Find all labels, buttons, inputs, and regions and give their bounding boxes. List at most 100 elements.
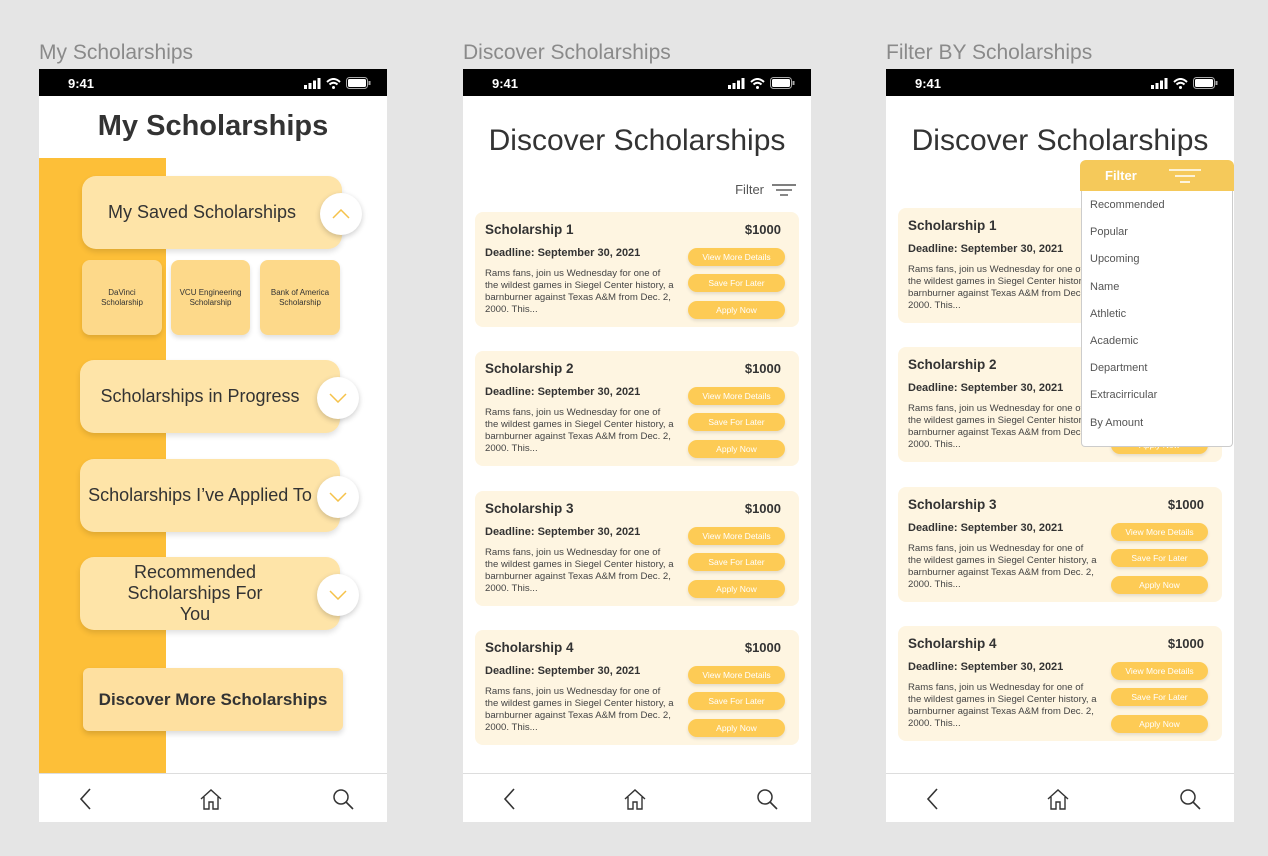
filter-option[interactable]: Academic <box>1082 333 1232 360</box>
card-deadline: Deadline: September 30, 2021 <box>908 661 1064 673</box>
status-time: 9:41 <box>915 76 942 91</box>
search-icon[interactable] <box>332 788 356 810</box>
wifi-icon <box>326 77 341 89</box>
card-amount: $1000 <box>744 501 781 516</box>
card-description: Rams fans, join us Wednesday for one of … <box>908 264 1097 311</box>
card-amount: $1000 <box>744 361 781 376</box>
filter-label: Filter <box>735 182 764 197</box>
view-details-button[interactable]: View More Details <box>688 527 785 545</box>
card-deadline: Deadline: September 30, 2021 <box>485 665 641 677</box>
home-icon[interactable] <box>1046 788 1070 810</box>
save-for-later-button[interactable]: Save For Later <box>1111 688 1208 706</box>
frame-label-discover: Discover Scholarships <box>463 41 671 64</box>
save-for-later-button[interactable]: Save For Later <box>688 553 785 571</box>
page-title: Discover Scholarships <box>488 124 786 157</box>
view-details-button[interactable]: View More Details <box>1111 662 1208 680</box>
discover-more-button[interactable]: Discover More Scholarships <box>83 668 343 731</box>
search-icon[interactable] <box>756 788 780 810</box>
apply-now-button[interactable]: Apply Now <box>688 719 785 737</box>
card-description: Rams fans, join us Wednesday for one of … <box>485 407 674 454</box>
scholarship-card: Scholarship 3 $1000 Deadline: September 30… <box>475 491 799 606</box>
view-details-button[interactable]: View More Details <box>688 248 785 266</box>
card-amount: $1000 <box>1167 497 1204 512</box>
bottom-nav <box>886 773 1234 822</box>
save-for-later-button[interactable]: Save For Later <box>688 692 785 710</box>
card-amount: $1000 <box>744 640 781 655</box>
card-deadline: Deadline: September 30, 2021 <box>908 243 1064 255</box>
card-title: Scholarship 4 <box>485 640 574 655</box>
scholarship-card: Scholarship 4 $1000 Deadline: September 30… <box>475 630 799 745</box>
scholarship-card: Scholarship 2 $1000 Deadline: September 30… <box>475 351 799 466</box>
bottom-nav <box>463 773 811 822</box>
chevron-up-icon[interactable] <box>320 193 362 235</box>
scholarship-card: Scholarship 1 $1000 Deadline: September 30… <box>475 212 799 327</box>
back-icon[interactable] <box>922 788 946 810</box>
card-deadline: Deadline: September 30, 2021 <box>485 526 641 538</box>
apply-now-button[interactable]: Apply Now <box>1111 715 1208 733</box>
saved-scholarships-section[interactable]: My Saved Scholarships <box>82 176 342 249</box>
apply-now-button[interactable]: Apply Now <box>1111 576 1208 594</box>
back-icon[interactable] <box>499 788 523 810</box>
chevron-down-icon[interactable] <box>317 574 359 616</box>
filter-option[interactable]: By Amount <box>1082 415 1232 442</box>
status-bar: 9:41 <box>886 69 1234 96</box>
card-description: Rams fans, join us Wednesday for one of … <box>485 547 674 594</box>
save-for-later-button[interactable]: Save For Later <box>688 413 785 431</box>
card-title: Scholarship 1 <box>908 218 997 233</box>
filter-dropdown-header[interactable]: Filter <box>1080 160 1234 191</box>
card-title: Scholarship 4 <box>908 636 997 651</box>
in-progress-section[interactable]: Scholarships in Progress <box>80 360 340 433</box>
filter-option[interactable]: Extracirricular <box>1082 387 1232 414</box>
back-icon[interactable] <box>75 788 99 810</box>
page-title: Discover Scholarships <box>911 124 1209 157</box>
save-for-later-button[interactable]: Save For Later <box>1111 549 1208 567</box>
discover-screen: 9:41 Discover Scholarships Filter Schola… <box>463 69 811 822</box>
filter-option[interactable]: Name <box>1082 279 1232 306</box>
saved-item[interactable]: Bank of America Scholarship <box>260 260 340 335</box>
card-title: Scholarship 3 <box>485 501 574 516</box>
filter-icon <box>1169 169 1201 183</box>
card-description: Rams fans, join us Wednesday for one of … <box>908 543 1097 590</box>
scholarship-card: Scholarship 3 $1000 Deadline: September 30… <box>898 487 1222 602</box>
card-description: Rams fans, join us Wednesday for one of … <box>485 686 674 733</box>
card-deadline: Deadline: September 30, 2021 <box>485 247 641 259</box>
card-deadline: Deadline: September 30, 2021 <box>908 382 1064 394</box>
page-title: My Scholarships <box>97 110 329 142</box>
filter-button[interactable]: Filter <box>735 182 796 197</box>
search-icon[interactable] <box>1179 788 1203 810</box>
recommended-section[interactable]: Recommended Scholarships For You <box>80 557 340 630</box>
saved-item[interactable]: DaVinci Scholarship <box>82 260 162 335</box>
bottom-nav <box>39 773 387 822</box>
my-scholarships-screen: 9:41 My Scholarships My Saved Scholarshi… <box>39 69 387 822</box>
filter-option[interactable]: Recommended <box>1082 197 1232 224</box>
view-details-button[interactable]: View More Details <box>1111 523 1208 541</box>
apply-now-button[interactable]: Apply Now <box>688 440 785 458</box>
card-title: Scholarship 2 <box>908 357 997 372</box>
view-details-button[interactable]: View More Details <box>688 666 785 684</box>
filter-option[interactable]: Athletic <box>1082 306 1232 333</box>
home-icon[interactable] <box>199 788 223 810</box>
saved-item[interactable]: VCU Engineering Scholarship <box>171 260 250 335</box>
card-description: Rams fans, join us Wednesday for one of … <box>908 682 1097 729</box>
frame-label-my: My Scholarships <box>39 41 194 64</box>
card-title: Scholarship 1 <box>485 222 574 237</box>
card-amount: $1000 <box>744 222 781 237</box>
chevron-down-icon[interactable] <box>317 476 359 518</box>
filter-option[interactable]: Popular <box>1082 224 1232 251</box>
home-icon[interactable] <box>623 788 647 810</box>
filter-icon <box>772 183 796 196</box>
applied-section[interactable]: Scholarships I’ve Applied To <box>80 459 340 532</box>
filter-screen: 9:41 Discover Scholarships Scholarship 1… <box>886 69 1234 822</box>
wifi-icon <box>750 77 765 89</box>
save-for-later-button[interactable]: Save For Later <box>688 274 785 292</box>
scholarship-card: Scholarship 4 $1000 Deadline: September 30… <box>898 626 1222 741</box>
filter-option[interactable]: Department <box>1082 360 1232 387</box>
frame-label-filter: Filter BY Scholarships <box>886 41 1093 64</box>
apply-now-button[interactable]: Apply Now <box>688 301 785 319</box>
view-details-button[interactable]: View More Details <box>688 387 785 405</box>
apply-now-button[interactable]: Apply Now <box>688 580 785 598</box>
card-description: Rams fans, join us Wednesday for one of … <box>485 268 674 315</box>
filter-option[interactable]: Upcoming <box>1082 251 1232 278</box>
chevron-down-icon[interactable] <box>317 377 359 419</box>
signal-icon <box>1151 77 1168 89</box>
